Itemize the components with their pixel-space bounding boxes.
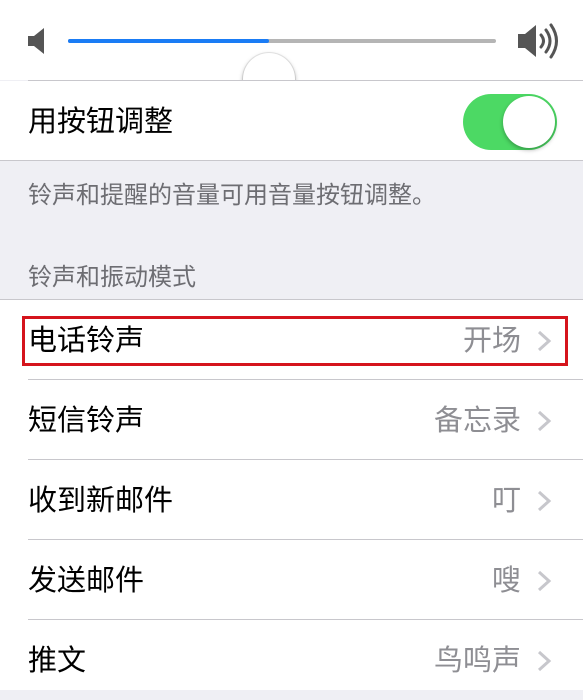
- change-with-buttons-toggle[interactable]: [463, 94, 557, 150]
- divider: [0, 160, 583, 161]
- sound-row-label: 收到新邮件: [28, 483, 174, 517]
- sound-row-value: 嗖: [491, 563, 521, 597]
- change-with-buttons-label: 用按钮调整: [28, 104, 174, 138]
- change-with-buttons-row: 用按钮调整: [0, 81, 583, 161]
- sound-row-value: 叮: [491, 483, 521, 517]
- volume-slider-fill: [68, 39, 270, 43]
- sound-row-value: 备忘录: [433, 403, 521, 437]
- sound-row-sent-mail[interactable]: 发送邮件 嗖: [0, 540, 583, 620]
- highlight-box-ringtone: [22, 316, 568, 366]
- sound-row-label: 短信铃声: [28, 403, 145, 437]
- chevron-right-icon: [537, 570, 552, 592]
- speaker-high-icon: [518, 23, 558, 59]
- volume-footer-note: 铃声和提醒的音量可用音量按钮调整。: [28, 181, 436, 209]
- sound-row-text-tone[interactable]: 短信铃声 备忘录: [0, 380, 583, 460]
- sound-row-tweet[interactable]: 推文 鸟鸣声: [0, 620, 583, 700]
- toggle-knob: [503, 96, 555, 148]
- sound-row-value: 鸟鸣声: [433, 643, 521, 677]
- sound-row-label: 推文: [28, 643, 87, 677]
- chevron-right-icon: [537, 490, 552, 512]
- speaker-low-icon: [28, 28, 44, 54]
- sound-row-label: 发送邮件: [28, 563, 145, 597]
- volume-slider-row: [0, 0, 583, 105]
- section-header-ringtones: 铃声和振动模式: [28, 263, 196, 291]
- volume-slider-track[interactable]: [68, 39, 496, 105]
- chevron-right-icon: [537, 650, 552, 672]
- chevron-right-icon: [537, 410, 552, 432]
- sound-row-new-mail[interactable]: 收到新邮件 叮: [0, 460, 583, 540]
